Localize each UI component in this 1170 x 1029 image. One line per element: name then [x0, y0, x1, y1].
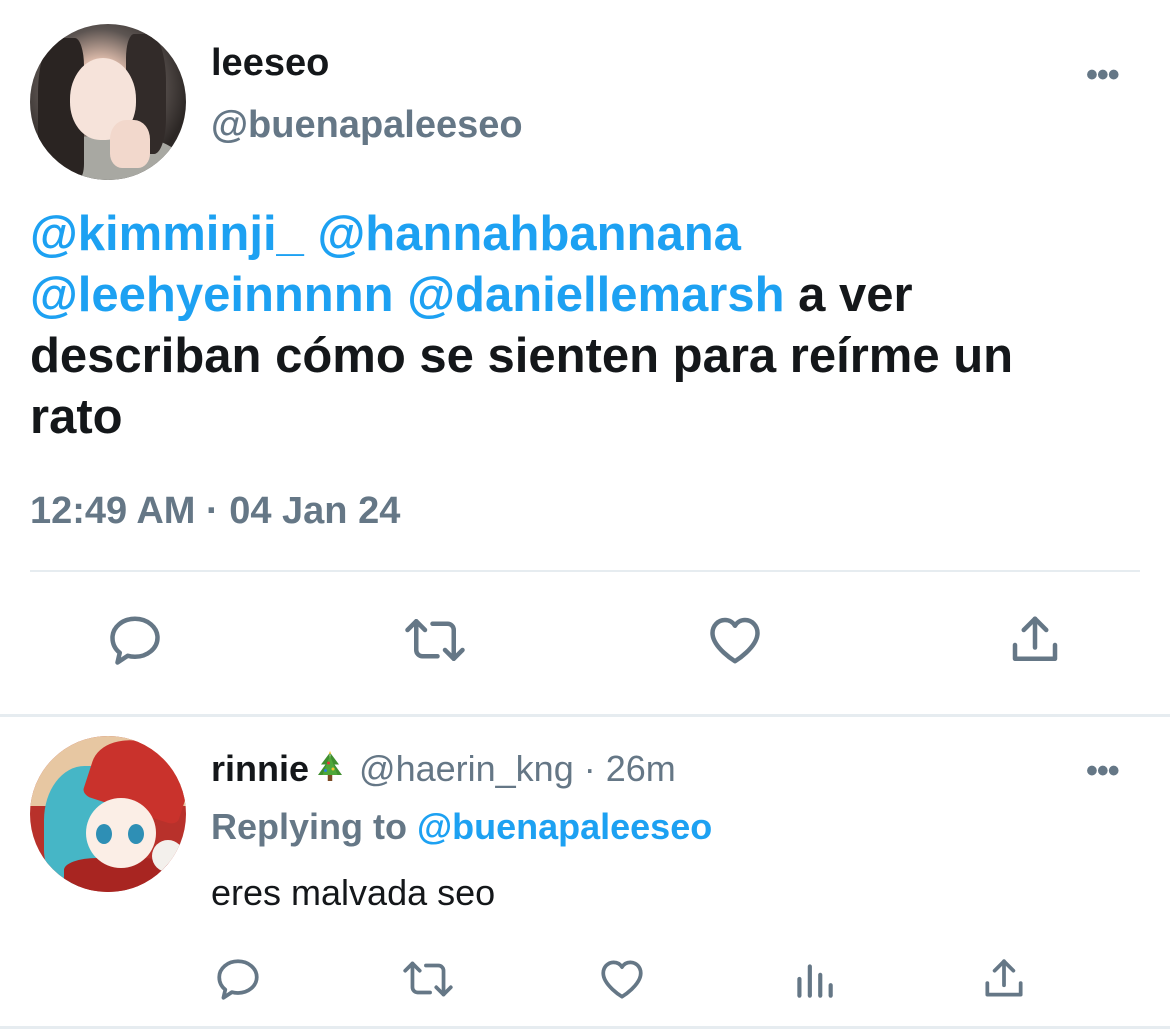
tweet-text-segment: [394, 268, 408, 322]
mention-link[interactable]: @daniellemarsh: [407, 268, 784, 322]
reply-icon[interactable]: [208, 944, 268, 1014]
tweet-text-line: @kimminji_ @hannahbannana: [30, 204, 1160, 265]
avatar[interactable]: [30, 24, 186, 180]
reply-icon[interactable]: [100, 600, 170, 680]
more-options-icon[interactable]: •••: [1086, 58, 1130, 92]
replying-to-line: Replying to @buenapaleeseo: [211, 804, 712, 850]
like-icon[interactable]: [700, 600, 770, 680]
tweet-action-bar: [0, 600, 1170, 680]
reply-display-name[interactable]: rinnie: [211, 748, 309, 789]
analytics-icon[interactable]: [784, 944, 844, 1014]
mention-link[interactable]: @leehyeinnnnn: [30, 268, 394, 322]
meta-separator: ·: [573, 748, 606, 789]
tweet-text: @kimminji_ @hannahbannana @leehyeinnnnn @…: [30, 204, 1160, 448]
author-display-name[interactable]: leeseo: [211, 42, 329, 85]
main-tweet: leeseo @buenapaleeseo ••• @kimminji_ @ha…: [0, 0, 1170, 714]
tweet-timestamp[interactable]: 12:49 AM · 04 Jan 24: [30, 490, 400, 533]
replying-to-mention[interactable]: @buenapaleeseo: [417, 806, 712, 847]
mention-link[interactable]: @hannahbannana: [317, 207, 741, 261]
replying-prefix: Replying to: [211, 806, 417, 847]
tweet-text-segment: a ver: [784, 268, 913, 322]
reply-time[interactable]: 26m: [606, 748, 676, 789]
share-icon[interactable]: [1000, 600, 1070, 680]
reply-action-bar: [0, 944, 1170, 1014]
divider: [30, 570, 1140, 572]
christmas-tree-icon: [315, 751, 345, 798]
tweet-text-segment: describan cómo se sienten para reírme un: [30, 329, 1014, 383]
share-icon[interactable]: [974, 944, 1034, 1014]
like-icon[interactable]: [592, 944, 652, 1014]
reply-handle[interactable]: @haerin_kng: [359, 748, 574, 789]
tweet-text-line: describan cómo se sienten para reírme un: [30, 326, 1160, 387]
tweet-text-segment: rato: [30, 390, 123, 444]
more-options-icon[interactable]: •••: [1086, 754, 1130, 788]
tweet-detail-page: leeseo @buenapaleeseo ••• @kimminji_ @ha…: [0, 0, 1170, 1029]
tweet-text-segment: [304, 207, 318, 261]
reply-text: eres malvada seo: [211, 872, 496, 913]
avatar[interactable]: [30, 736, 186, 892]
retweet-icon[interactable]: [400, 600, 470, 680]
reply-header: rinnie @haerin_kng · 26m: [211, 746, 676, 792]
divider: [0, 714, 1170, 717]
author-handle[interactable]: @buenapaleeseo: [211, 104, 523, 147]
retweet-icon[interactable]: [398, 944, 458, 1014]
tweet-text-line: @leehyeinnnnn @daniellemarsh a ver: [30, 265, 1160, 326]
tweet-text-line: rato: [30, 387, 1160, 448]
mention-link[interactable]: @kimminji_: [30, 207, 304, 261]
